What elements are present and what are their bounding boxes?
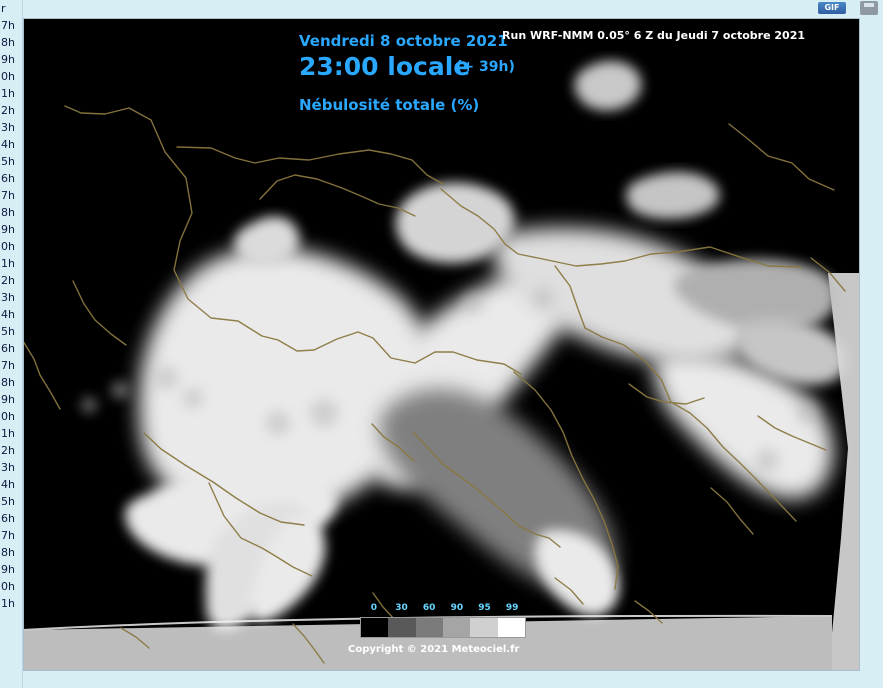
copyright-text: Copyright © 2021 Meteociel.fr (348, 644, 520, 655)
hour-item: r (1, 2, 6, 15)
legend-label-60: 60 (422, 603, 436, 613)
save-icon[interactable] (860, 1, 878, 15)
hour-item: 9h (1, 53, 15, 66)
legend-swatch-95 (470, 618, 498, 637)
hour-item: 0h (1, 70, 15, 83)
gif-button[interactable]: GIF (818, 2, 846, 14)
hour-item: 9h (1, 393, 15, 406)
hour-item: 3h (1, 121, 15, 134)
hour-item: 7h (1, 189, 15, 202)
hour-item: 0h (1, 580, 15, 593)
cloud-cover-legend: 0 30 60 90 95 99 (360, 603, 526, 638)
forecast-offset: (+ 39h) (456, 59, 515, 75)
hour-item: 7h (1, 529, 15, 542)
legend-label-95: 95 (478, 603, 491, 613)
hour-item: 4h (1, 138, 15, 151)
legend-label-30: 30 (395, 603, 408, 613)
legend-swatch-99 (497, 618, 525, 637)
hour-item: 6h (1, 172, 15, 185)
legend-swatch-60 (415, 618, 443, 637)
hour-item: 9h (1, 223, 15, 236)
hour-item: 5h (1, 155, 15, 168)
hour-item: 1h (1, 257, 15, 270)
hour-item: 2h (1, 274, 15, 287)
hour-item: 2h (1, 444, 15, 457)
hour-item: 6h (1, 342, 15, 355)
hour-item: 0h (1, 410, 15, 423)
hour-sidebar: r 7h 8h 9h 0h 1h 2h 3h 4h 5h 6h 7h 8h 9h 0h 1h 2h 3h 4h 5h 6… (0, 0, 23, 688)
legend-swatches (360, 617, 526, 638)
legend-label-99: 99 (505, 603, 519, 613)
hour-item: 9h (1, 563, 15, 576)
hour-item: 8h (1, 376, 15, 389)
legend-labels: 0 30 60 90 95 99 (360, 603, 526, 616)
forecast-parameter: Nébulosité totale (%) (299, 96, 480, 114)
top-toolbar: GIF (783, 0, 883, 16)
legend-label-90: 90 (450, 603, 464, 613)
cloud-cover-map (23, 60, 860, 671)
legend-swatch-0 (361, 618, 389, 637)
hour-item: 4h (1, 478, 15, 491)
hour-item: 5h (1, 495, 15, 508)
hour-item: 7h (1, 19, 15, 32)
forecast-date: Vendredi 8 octobre 2021 (299, 32, 508, 50)
hour-item: 1h (1, 427, 15, 440)
hour-item: 1h (1, 87, 15, 100)
hour-item: 2h (1, 104, 15, 117)
weather-map: Vendredi 8 octobre 2021 23:00 locale (+ … (23, 18, 860, 671)
model-run: Run WRF-NMM 0.05° 6 Z du Jeudi 7 octobre… (502, 29, 805, 42)
hour-item: 7h (1, 359, 15, 372)
hour-item: 5h (1, 325, 15, 338)
hour-item: 1h (1, 597, 15, 610)
hour-list: r 7h 8h 9h 0h 1h 2h 3h 4h 5h 6h 7h 8h 9h 0h 1h 2h 3h 4h 5h 6… (0, 0, 22, 612)
hour-item: 8h (1, 206, 15, 219)
hour-item: 4h (1, 308, 15, 321)
legend-label-0: 0 (370, 603, 377, 613)
hour-item: 6h (1, 512, 15, 525)
hour-item: 3h (1, 461, 15, 474)
forecast-time: 23:00 locale (299, 52, 471, 81)
hour-item: 8h (1, 36, 15, 49)
hour-item: 8h (1, 546, 15, 559)
hour-item: 0h (1, 240, 15, 253)
legend-swatch-90 (442, 618, 471, 637)
hour-item: 3h (1, 291, 15, 304)
legend-swatch-30 (388, 618, 416, 637)
